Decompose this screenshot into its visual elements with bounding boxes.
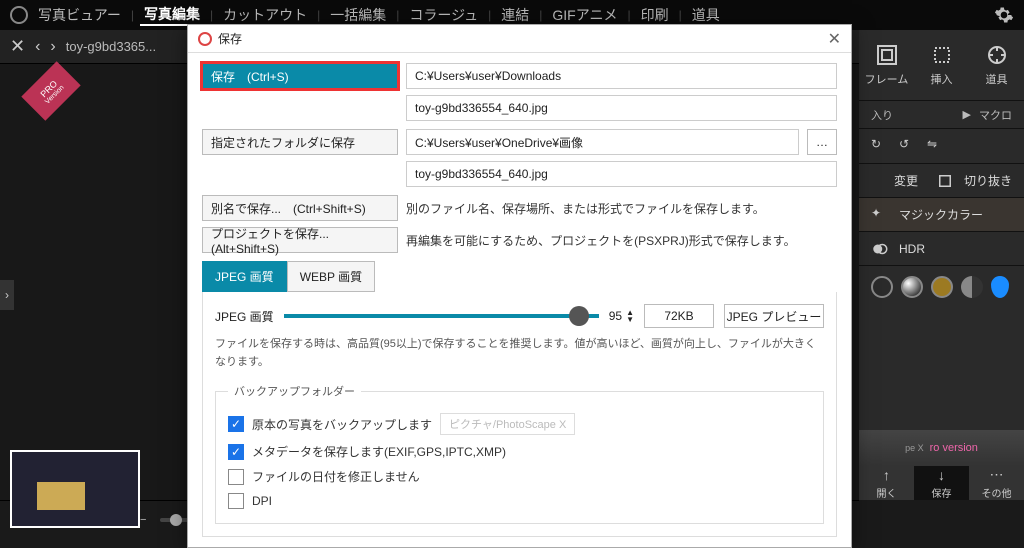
nav-edit[interactable]: 写真編集 [140, 4, 204, 26]
close-icon[interactable]: ✕ [10, 36, 25, 57]
save-button[interactable]: 保存 (Ctrl+S) [202, 63, 398, 89]
expand-sidebar-icon[interactable]: › [0, 280, 14, 310]
preset-3[interactable] [931, 276, 953, 298]
preset-4[interactable] [961, 276, 983, 298]
settings-icon[interactable] [994, 5, 1014, 25]
quality-stepper[interactable]: ▲▼ [626, 309, 634, 323]
quality-value: 95 [609, 309, 622, 323]
save-project-button[interactable]: プロジェクトを保存... (Alt+Shift+S) [202, 227, 398, 253]
quality-slider[interactable] [284, 314, 599, 318]
backup-legend: バックアップフォルダー [228, 383, 361, 399]
dialog-logo-icon [198, 32, 212, 46]
quality-note: ファイルを保存する時は、高品質(95以上)で保存することを推奨します。値が高いほ… [215, 336, 824, 371]
nav-viewer[interactable]: 写真ビュアー [34, 5, 125, 25]
item-magic-color[interactable]: ✦マジックカラー [859, 197, 1024, 231]
dpi-checkbox[interactable] [228, 493, 244, 509]
rotate-tools[interactable]: ↻↺⇋ [859, 129, 1024, 163]
filedate-checkbox[interactable] [228, 469, 244, 485]
dialog-titlebar: 保存 ✕ [188, 25, 851, 53]
backup-fieldset: バックアップフォルダー ✓ 原本の写真をバックアップします ピクチャ/Photo… [215, 383, 824, 524]
zoom-minus[interactable]: − [140, 514, 146, 526]
nav-batch[interactable]: 一括編集 [326, 5, 390, 25]
backup-checkbox[interactable]: ✓ [228, 416, 244, 432]
save-to-folder-button[interactable]: 指定されたフォルダに保存 [202, 129, 398, 155]
nav-tools[interactable]: 道具 [688, 5, 724, 25]
save-dialog: 保存 ✕ 保存 (Ctrl+S) C:¥Users¥user¥Downloads… [187, 24, 852, 548]
save-path-input[interactable]: C:¥Users¥user¥Downloads [406, 63, 837, 89]
backup-folder-input: ピクチャ/PhotoScape X [440, 413, 575, 435]
color-presets[interactable] [859, 265, 1024, 308]
quality-label: JPEG 画質 [215, 308, 274, 325]
nav-gif[interactable]: GIFアニメ [548, 5, 621, 25]
save-as-button[interactable]: 別名で保存... (Ctrl+Shift+S) [202, 195, 398, 221]
save-as-description: 別のファイル名、保存場所、または形式でファイルを保存します。 [406, 196, 837, 221]
nav-combine[interactable]: 連結 [497, 5, 533, 25]
nav-collage[interactable]: コラージュ [405, 5, 482, 25]
preset-drop[interactable] [991, 276, 1009, 298]
tool-frame[interactable]: フレーム [859, 30, 914, 100]
tool-insert[interactable]: 挿入 [914, 30, 969, 100]
next-icon[interactable]: › [50, 38, 55, 56]
metadata-checkbox[interactable]: ✓ [228, 444, 244, 460]
save-file-input[interactable]: toy-g9bd336554_640.jpg [406, 95, 837, 121]
item-hdr[interactable]: HDR [859, 231, 1024, 265]
filesize-display: 72KB [644, 304, 714, 328]
nav-print[interactable]: 印刷 [637, 5, 673, 25]
save-project-description: 再編集を可能にするため、プロジェクトを(PSXPRJ)形式で保存します。 [406, 228, 837, 253]
folder-file-input[interactable]: toy-g9bd336554_640.jpg [406, 161, 837, 187]
tab-webp[interactable]: WEBP 画質 [287, 261, 375, 292]
open-button[interactable]: ↑開く [859, 466, 914, 500]
folder-path-input[interactable]: C:¥Users¥user¥OneDrive¥画像 [406, 129, 799, 155]
save-button[interactable]: ↓保存 [914, 466, 969, 500]
jpeg-preview-button[interactable]: JPEG プレビュー [724, 304, 824, 328]
tab-jpeg[interactable]: JPEG 画質 [202, 261, 287, 292]
tool-tools[interactable]: 道具 [969, 30, 1024, 100]
right-panel: フレーム 挿入 道具 入り▶ マクロ ↻↺⇋ 変更切り抜き ✦マジックカラー H… [859, 30, 1024, 500]
file-name: toy-g9bd3365... [66, 39, 156, 54]
promo-banner[interactable]: pe Xro version [859, 430, 1024, 466]
dialog-title: 保存 [218, 30, 242, 47]
prev-icon[interactable]: ‹ [35, 38, 40, 56]
favorites-row[interactable]: 入り▶ マクロ [859, 100, 1024, 128]
more-button[interactable]: ⋯その他 [969, 466, 1024, 500]
nav-cutout[interactable]: カットアウト [219, 5, 311, 25]
thumbnail[interactable] [10, 450, 140, 528]
app-logo-icon [10, 6, 28, 24]
browse-folder-button[interactable]: … [807, 129, 837, 155]
item-change[interactable]: 変更切り抜き [859, 163, 1024, 197]
preset-2[interactable] [901, 276, 923, 298]
close-icon[interactable]: ✕ [828, 29, 841, 49]
preset-1[interactable] [871, 276, 893, 298]
